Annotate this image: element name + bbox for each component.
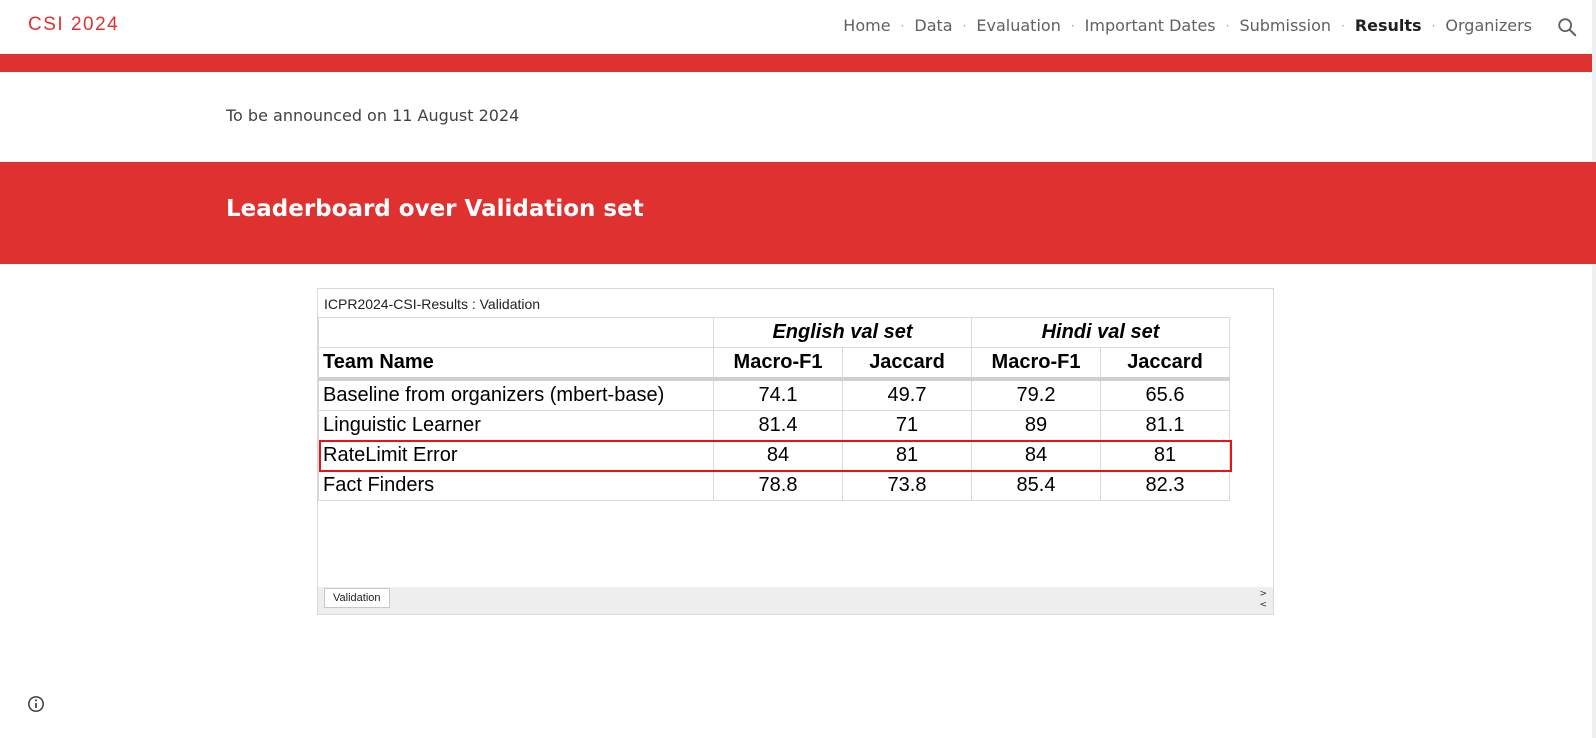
team-name-cell: Fact Finders: [318, 470, 714, 501]
team-name-cell: RateLimit Error: [318, 440, 714, 471]
score-cell: 85.4: [971, 470, 1101, 501]
site-title[interactable]: CSI 2024: [28, 14, 119, 36]
search-icon[interactable]: [1556, 16, 1578, 38]
announcement-text: To be announced on 11 August 2024: [226, 106, 520, 125]
main-nav: Home · Data · Evaluation · Important Dates · Sub…: [843, 16, 1532, 35]
leaderboard-table: English val set Hindi val set Team Name …: [318, 317, 1230, 501]
table-row-highlighted: RateLimit Error 84 81 84 81: [318, 440, 1230, 471]
nav-separator: ·: [1431, 18, 1436, 33]
nav-separator: ·: [900, 18, 905, 33]
sheet-tab-validation[interactable]: Validation: [324, 588, 390, 608]
nav-link-home[interactable]: Home: [843, 16, 890, 35]
table-row: Linguistic Learner 81.4 71 89 81.1: [318, 410, 1230, 441]
scroll-left-icon[interactable]: <: [1259, 600, 1267, 611]
header-accent-strip: [0, 54, 1596, 72]
nav-link-submission[interactable]: Submission: [1239, 16, 1331, 35]
column-header-hindi-jaccard: Jaccard: [1100, 347, 1230, 381]
nav-link-evaluation[interactable]: Evaluation: [976, 16, 1060, 35]
score-cell: 65.6: [1100, 378, 1230, 411]
score-cell: 74.1: [713, 378, 843, 411]
column-header-english-macro-f1: Macro-F1: [713, 347, 843, 381]
score-cell: 81.4: [713, 410, 843, 441]
score-cell: 89: [971, 410, 1101, 441]
column-header-english-jaccard: Jaccard: [842, 347, 972, 381]
score-cell: 81: [1100, 440, 1230, 471]
column-header-team-name: Team Name: [318, 347, 714, 381]
score-cell: 73.8: [842, 470, 972, 501]
spreadsheet-title: ICPR2024-CSI-Results : Validation: [324, 296, 541, 312]
nav-separator: ·: [962, 18, 967, 33]
score-cell: 81: [842, 440, 972, 471]
nav-link-important-dates[interactable]: Important Dates: [1085, 16, 1216, 35]
group-header-hindi: Hindi val set: [971, 317, 1230, 348]
embedded-spreadsheet[interactable]: ICPR2024-CSI-Results : Validation Englis…: [317, 288, 1274, 615]
info-icon[interactable]: [27, 695, 45, 713]
score-cell: 81.1: [1100, 410, 1230, 441]
nav-separator: ·: [1225, 18, 1230, 33]
team-name-cell: Baseline from organizers (mbert-base): [318, 378, 714, 411]
score-cell: 84: [713, 440, 843, 471]
nav-link-organizers[interactable]: Organizers: [1445, 16, 1532, 35]
page-scrollbar[interactable]: [1592, 0, 1596, 738]
group-header-english: English val set: [713, 317, 972, 348]
spreadsheet-body[interactable]: English val set Hindi val set Team Name …: [318, 317, 1273, 586]
section-banner: Leaderboard over Validation set: [0, 162, 1596, 264]
section-title: Leaderboard over Validation set: [226, 196, 644, 222]
sheet-scroll-arrows[interactable]: > <: [1259, 589, 1267, 611]
scroll-right-icon[interactable]: >: [1259, 589, 1267, 600]
nav-separator: ·: [1341, 18, 1345, 33]
nav-link-results[interactable]: Results: [1355, 16, 1422, 35]
column-header-hindi-macro-f1: Macro-F1: [971, 347, 1101, 381]
nav-link-data[interactable]: Data: [914, 16, 952, 35]
spreadsheet-footer: Validation > <: [318, 587, 1273, 614]
score-cell: 84: [971, 440, 1101, 471]
score-cell: 79.2: [971, 378, 1101, 411]
score-cell: 78.8: [713, 470, 843, 501]
score-cell: 82.3: [1100, 470, 1230, 501]
team-name-cell: Linguistic Learner: [318, 410, 714, 441]
header-empty-cell: [318, 317, 714, 348]
score-cell: 49.7: [842, 378, 972, 411]
score-cell: 71: [842, 410, 972, 441]
table-row: Fact Finders 78.8 73.8 85.4 82.3: [318, 470, 1230, 501]
top-navigation-bar: CSI 2024 Home · Data · Evaluation · Important …: [0, 0, 1596, 54]
table-row: Baseline from organizers (mbert-base) 74…: [318, 378, 1230, 411]
nav-separator: ·: [1070, 18, 1075, 33]
